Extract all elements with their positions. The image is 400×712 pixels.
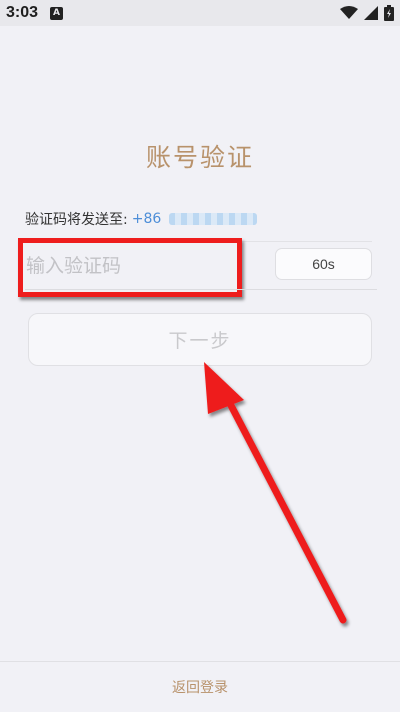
status-icons (340, 5, 394, 21)
status-time: 3:03 (6, 4, 39, 21)
divider (25, 289, 377, 290)
resend-timer-button[interactable]: 60s (275, 248, 372, 280)
send-to-row: 验证码将发送至: +86 (25, 209, 258, 229)
phone-country-code: +86 (131, 211, 162, 227)
send-to-label: 验证码将发送至: (25, 212, 128, 228)
notification-icon: A (50, 6, 64, 20)
signal-icon (364, 6, 378, 20)
next-step-button[interactable]: 下一步 (28, 313, 372, 366)
phone-number-redacted (169, 213, 258, 225)
divider (0, 661, 400, 662)
back-to-login-link[interactable]: 返回登录 (0, 677, 400, 697)
page-title: 账号验证 (145, 143, 254, 172)
battery-icon (384, 5, 394, 21)
status-bar: 3:03 A (0, 0, 400, 26)
wifi-icon (340, 6, 358, 19)
